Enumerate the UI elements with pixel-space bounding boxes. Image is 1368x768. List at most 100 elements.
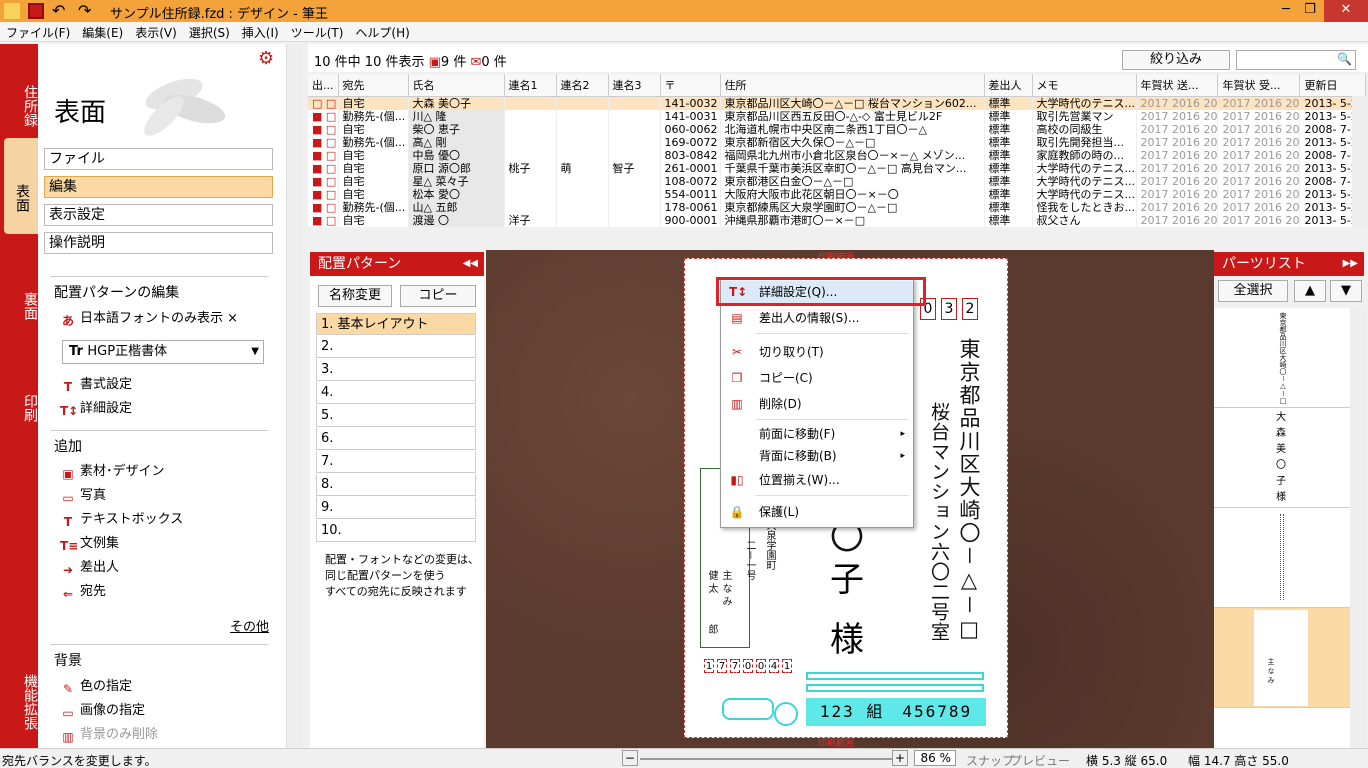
menu-help[interactable]: ヘルプ(H) [349,22,415,41]
menu-align[interactable]: ▮▯ 位置揃え(W)... [721,469,913,491]
column-header[interactable]: 〒 [660,74,721,97]
list-scrollbar[interactable] [1352,96,1368,228]
zoom-in-button[interactable]: + [892,750,908,766]
tab-front[interactable]: 表面 [4,138,38,234]
detail-setting-link[interactable]: T↕ 詳細設定 [60,400,132,418]
tab-address-book[interactable]: 住所録 [4,66,38,146]
menu-copy[interactable]: ❐ コピー(C) [721,367,913,389]
barcode-text[interactable]: 123 組 456789 [806,698,986,726]
parts-scrollbar[interactable] [1350,308,1366,748]
sender-name[interactable]: 健 太 [704,570,719,593]
menu-tools[interactable]: ツール(T) [285,22,350,41]
add-material-link[interactable]: ▣ 素材･デザイン [60,463,164,481]
bg-color-link[interactable]: ✎ 色の指定 [60,678,132,696]
jp-font-only-toggle[interactable]: あ日本語フォントのみ表示 × [60,310,238,328]
font-select[interactable]: Tr HGP正楷書体 ▼ [62,340,264,364]
table-row[interactable]: □ □ 自宅 大森 美〇子 141-0032 東京都品川区大崎〇－△－□ 桜台マンション… [308,96,1367,110]
collapse-icon[interactable]: ◀◀ [463,252,478,276]
sender-zip-digit[interactable]: 4 [769,659,779,673]
add-recipient-link[interactable]: ⇐ 宛先 [60,583,106,601]
table-row[interactable]: ■ □ 勤務先-(個... 川△ 隆 141-0031 東京都品川区西五反田〇-△-◇ … [308,109,1367,123]
menu-cut[interactable]: ✂ 切り取り(T) [721,341,913,363]
close-button[interactable]: ✕ [1324,0,1368,22]
column-header[interactable]: 差出人 [984,74,1033,97]
menu-display-settings-box[interactable]: 表示設定 [44,204,273,226]
add-photo-link[interactable]: ▭ 写真 [60,487,106,505]
sender-family[interactable]: 主 な み [718,570,733,606]
snap-toggle[interactable]: スナップ [966,752,1014,768]
column-header[interactable]: 連名2 [556,74,609,97]
table-row[interactable]: ■ □ 自宅 柴〇 恵子 060-0062 北海道札幌市中央区南二条西1丁目〇－△ 標準高… [308,122,1367,136]
maximize-button[interactable]: ❐ [1296,0,1324,22]
pattern-item[interactable]: 9. [316,497,476,519]
pattern-item[interactable]: 2. [316,336,476,358]
menu-edit[interactable]: 編集(E) [76,22,129,41]
recipient-address-line2[interactable]: 桜台マンション六〇二号室 [926,402,953,642]
recipient-name[interactable]: 子 [830,552,864,601]
save-icon[interactable] [28,3,44,19]
menu-insert[interactable]: 挿入(I) [236,22,285,41]
preview-toggle[interactable]: プレビュー [1010,752,1070,768]
tab-print[interactable]: 印刷 [4,368,38,448]
menu-protect[interactable]: 🔒 保護(L) [721,501,913,523]
menu-select[interactable]: 選択(S) [183,22,236,41]
column-header[interactable]: メモ [1032,74,1137,97]
tab-back[interactable]: 裏面 [4,266,38,346]
menu-delete[interactable]: ▥ 削除(D) [721,393,913,415]
pattern-item[interactable]: 8. [316,474,476,496]
copy-button[interactable]: コピー [400,285,476,307]
parts-item[interactable]: 大森美〇子様 [1214,408,1350,508]
recipient-honorific[interactable]: 様 [830,612,864,661]
undo-icon[interactable]: ↶ [52,3,68,19]
table-row[interactable]: ■ □ 勤務先-(個... 山△ 五郎 178-0061 東京都練馬区大泉学園町〇－△－… [308,200,1367,214]
pattern-item[interactable]: 5. [316,405,476,427]
recipient-address-line1[interactable]: 東京都品川区大崎〇－△－□ [954,338,984,643]
column-header[interactable]: 年賀状 送... [1136,74,1219,97]
search-input[interactable]: 🔍 [1236,50,1356,70]
column-header[interactable]: 連名3 [608,74,661,97]
sender-zip-digit[interactable]: 7 [717,659,727,673]
style-setting-link[interactable]: T 書式設定 [60,376,132,394]
redo-icon[interactable]: ↷ [78,3,94,19]
move-down-button[interactable]: ▼ [1330,280,1362,302]
menu-instructions-box[interactable]: 操作説明 [44,232,273,254]
table-row[interactable]: ■ □ 自宅 原口 源〇郎 桃子萌智子 261-0001 千葉県千葉市美浜区幸町〇－△－□… [308,161,1367,175]
menu-file-box[interactable]: ファイル [44,148,273,170]
column-header[interactable]: 宛先 [338,74,409,97]
zoom-value[interactable]: 86 % [914,750,956,766]
other-link[interactable]: その他 [230,616,269,635]
sender-zip-digit[interactable]: 1 [782,659,792,673]
menu-view[interactable]: 表示(V) [129,22,183,41]
zoom-out-button[interactable]: − [622,750,638,766]
expand-icon[interactable]: ▶▶ [1343,252,1358,276]
column-header[interactable]: 出... [308,74,339,97]
add-textbox-link[interactable]: T テキストボックス [60,511,183,529]
pattern-item[interactable]: 3. [316,359,476,381]
sender-name-end[interactable]: 郎 [704,624,719,634]
zip-digit[interactable]: 3 [941,298,957,320]
table-row[interactable]: ■ □ 自宅 中島 優〇 803-0842 福岡県北九州市小倉北区泉台〇－×－△ メゾン… [308,148,1367,162]
table-row[interactable]: ■ □ 自宅 松本 愛〇 554-0011 大阪府大阪市此花区朝日〇－×－〇 標準 大学時代… [308,187,1367,201]
column-header[interactable]: 年賀状 受... [1217,74,1301,97]
pattern-item[interactable]: 10. [316,520,476,542]
rename-button[interactable]: 名称変更 [318,285,392,307]
sender-address-b[interactable]: 二－一号 [742,540,757,580]
zip-digit[interactable]: 2 [962,298,978,320]
table-row[interactable]: ■ □ 自宅 星△ 菜々子 108-0072 東京都港区白金〇－△－□ 標準 大学時代のテニ… [308,174,1367,188]
gear-icon[interactable]: ⚙ [258,48,274,69]
zoom-slider[interactable] [640,758,892,760]
pattern-item[interactable]: 6. [316,428,476,450]
column-header[interactable]: 氏名 [408,74,505,97]
parts-item[interactable]: 東京都品川区大崎〇－△－□ [1214,308,1350,408]
pattern-item[interactable]: 1. 基本レイアウト [316,313,476,335]
left-panel-scrollbar[interactable] [286,44,302,748]
filter-button[interactable]: 絞り込み [1122,50,1230,70]
menu-edit-box[interactable]: 編集 [44,176,273,198]
menu-send-back[interactable]: 背面に移動(B) ▸ [721,445,913,467]
bg-delete-link[interactable]: ▥ 背景のみ削除 [60,726,158,744]
menu-sender-info[interactable]: ▤ 差出人の情報(S)... [721,307,913,329]
parts-item-selected[interactable]: 主 な み [1214,608,1350,708]
add-sender-link[interactable]: ➜ 差出人 [60,559,119,577]
select-all-button[interactable]: 全選択 [1218,280,1288,302]
menu-file[interactable]: ファイル(F) [0,22,76,41]
